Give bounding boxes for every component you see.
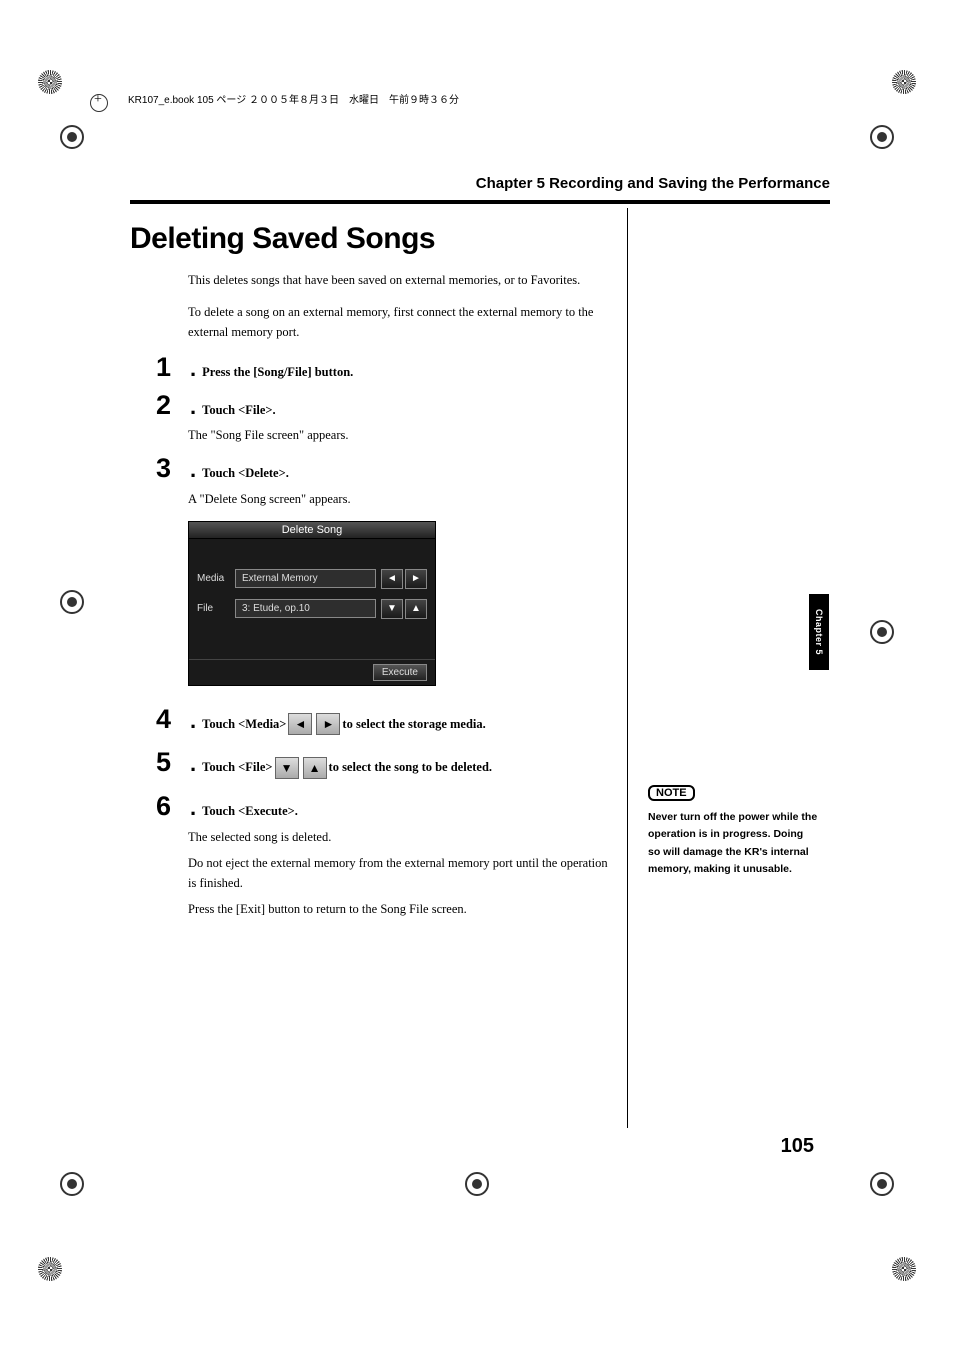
- step-text: Touch <Execute>.: [202, 803, 298, 821]
- file-label: File: [197, 603, 235, 614]
- crop-mark-tl: [38, 70, 62, 94]
- step-number: 4: [156, 706, 182, 733]
- step-dot: .: [190, 358, 196, 380]
- step-dot: .: [190, 396, 196, 418]
- step-text: Press the [Song/File] button.: [202, 364, 353, 382]
- book-header-info: KR107_e.book 105 ページ ２００５年８月３日 水曜日 午前９時３…: [128, 91, 459, 106]
- left-arrow-icon: ◄: [288, 713, 312, 735]
- media-label: Media: [197, 573, 235, 584]
- media-row: Media External Memory ◄ ►: [197, 569, 427, 589]
- crop-target-bl: [60, 1172, 84, 1196]
- down-arrow-icon: ▼: [275, 757, 299, 779]
- step-6-desc-3: Press the [Exit] button to return to the…: [188, 899, 618, 919]
- chapter-side-tab: Chapter 5: [809, 594, 829, 670]
- delete-song-screen: Delete Song Media External Memory ◄ ► Fi…: [188, 521, 436, 686]
- crop-target-ml: [60, 590, 84, 614]
- step-dot: .: [190, 710, 196, 732]
- media-field[interactable]: External Memory: [235, 569, 376, 588]
- crop-target-mr: [870, 620, 894, 644]
- screen-body: Media External Memory ◄ ► File 3: Etude,…: [189, 539, 435, 659]
- step-4-text-b: to select the storage media.: [342, 716, 485, 734]
- step-number: 2: [156, 392, 182, 419]
- up-arrow-icon: ▲: [303, 757, 327, 779]
- execute-button[interactable]: Execute: [373, 664, 427, 681]
- crop-target-bc: [465, 1172, 489, 1196]
- step-6-desc-2: Do not eject the external memory from th…: [188, 853, 618, 893]
- step-4: 4 . Touch <Media> ◄ ► to select the stor…: [156, 706, 830, 736]
- step-number: 5: [156, 749, 182, 776]
- media-right-arrow-button[interactable]: ►: [405, 569, 427, 589]
- step-4-text-a: Touch <Media>: [202, 716, 286, 734]
- note-text: Never turn off the power while the opera…: [648, 809, 818, 878]
- step-number: 1: [156, 354, 182, 381]
- crop-header-target-icon: [90, 94, 108, 112]
- step-dot: .: [190, 797, 196, 819]
- step-dot: .: [190, 753, 196, 775]
- screen-footer: Execute: [189, 659, 435, 685]
- step-5: 5 . Touch <File> ▼ ▲ to select the song …: [156, 749, 830, 779]
- step-5-text-b: to select the song to be deleted.: [329, 759, 493, 777]
- crop-mark-br: [892, 1257, 916, 1281]
- file-down-arrow-button[interactable]: ▼: [381, 599, 403, 619]
- step-2: 2 . Touch <File>.: [156, 392, 830, 420]
- note-section: NOTE Never turn off the power while the …: [648, 783, 818, 878]
- chapter-header: Chapter 5 Recording and Saving the Perfo…: [130, 175, 830, 192]
- page-number: 105: [781, 1135, 814, 1158]
- step-text: Touch <File>.: [202, 402, 276, 420]
- step-number: 3: [156, 455, 182, 482]
- step-number: 6: [156, 793, 182, 820]
- step-dot: .: [190, 459, 196, 481]
- step-text: Touch <Delete>.: [202, 465, 289, 483]
- file-up-arrow-button[interactable]: ▲: [405, 599, 427, 619]
- step-6-desc-1: The selected song is deleted.: [188, 827, 618, 847]
- crop-mark-bl: [38, 1257, 62, 1281]
- right-arrow-icon: ►: [316, 713, 340, 735]
- step-text: Touch <Media> ◄ ► to select the storage …: [202, 713, 486, 735]
- intro-paragraph-2: To delete a song on an external memory, …: [188, 302, 618, 342]
- step-2-desc: The "Song File screen" appears.: [188, 425, 618, 445]
- step-text: Touch <File> ▼ ▲ to select the song to b…: [202, 757, 492, 779]
- crop-target-tl: [60, 125, 84, 149]
- note-label: NOTE: [648, 785, 695, 801]
- file-field[interactable]: 3: Etude, op.10: [235, 599, 376, 618]
- intro-paragraph-1: This deletes songs that have been saved …: [188, 270, 618, 290]
- step-1: 1 . Press the [Song/File] button.: [156, 354, 830, 382]
- chapter-rule: [130, 200, 830, 204]
- step-3-desc: A "Delete Song screen" appears.: [188, 489, 618, 509]
- crop-mark-tr: [892, 70, 916, 94]
- media-left-arrow-button[interactable]: ◄: [381, 569, 403, 589]
- section-title: Deleting Saved Songs: [130, 222, 830, 256]
- crop-target-tr: [870, 125, 894, 149]
- vertical-divider: [627, 208, 628, 1128]
- file-row: File 3: Etude, op.10 ▼ ▲: [197, 599, 427, 619]
- screen-title: Delete Song: [189, 522, 435, 539]
- crop-target-br: [870, 1172, 894, 1196]
- step-3: 3 . Touch <Delete>.: [156, 455, 830, 483]
- step-5-text-a: Touch <File>: [202, 759, 272, 777]
